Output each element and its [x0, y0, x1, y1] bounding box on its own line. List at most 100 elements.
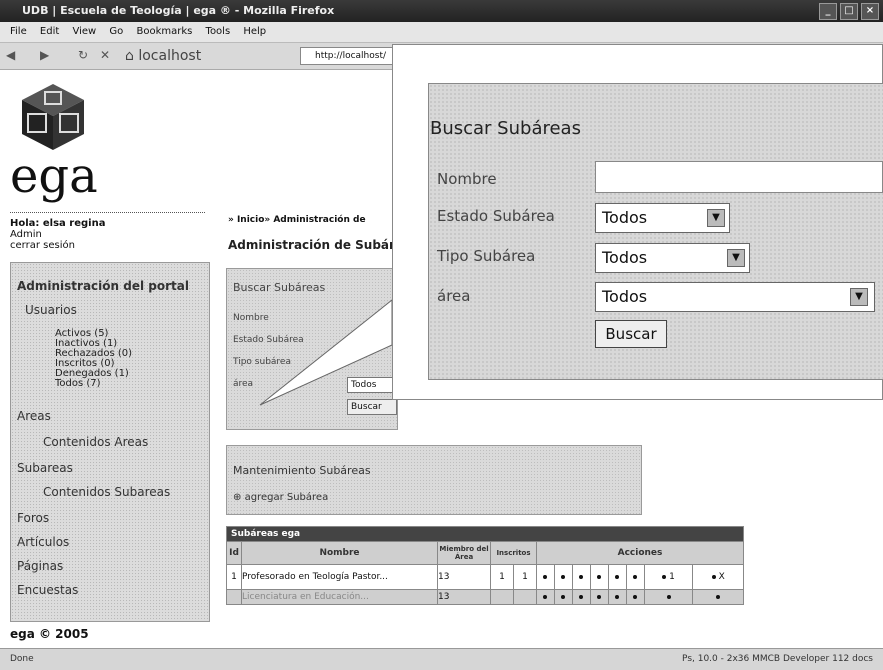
action-content-icon[interactable] [625, 564, 645, 590]
action-members-icon[interactable] [607, 564, 627, 590]
sidebar-item-encuestas[interactable]: Encuestas [17, 583, 78, 597]
sidebar-item-foros[interactable]: Foros [17, 511, 49, 525]
estado-label-small: Estado Subárea [233, 335, 304, 345]
breadcrumb[interactable]: » Inicio» Administración de [228, 215, 366, 225]
cell-id: 1 [226, 564, 242, 590]
window-titlebar: UDB | Escuela de Teología | ega ® - Mozi… [0, 0, 883, 22]
col-miembro: Miembro del Área [437, 541, 491, 565]
sidebar-item-paginas[interactable]: Páginas [17, 559, 63, 573]
action-icon[interactable] [536, 589, 555, 605]
cell-count-1 [490, 589, 514, 605]
table-caption: Subáreas ega [226, 526, 744, 542]
menu-bar: File Edit View Go Bookmarks Tools Help [0, 22, 883, 43]
action-edit-icon[interactable] [553, 564, 573, 590]
chevron-down-icon: ▼ [850, 288, 868, 306]
sidebar-item-articulos[interactable]: Artículos [17, 535, 69, 549]
action-icon[interactable] [571, 589, 591, 605]
home-button[interactable]: ⌂ localhost [125, 48, 201, 64]
action-icon[interactable] [589, 589, 609, 605]
nombre-input[interactable] [595, 161, 883, 193]
menu-file[interactable]: File [10, 26, 27, 37]
area-value: Todos [602, 287, 648, 306]
close-button[interactable]: × [861, 3, 879, 20]
estado-select[interactable]: Todos ▼ [595, 203, 730, 233]
col-id: Id [226, 541, 242, 565]
table-row: 1 Profesorado en Teología Pastor... 13 1… [226, 564, 744, 590]
action-delete-icon[interactable] [571, 564, 591, 590]
action-icon[interactable] [607, 589, 627, 605]
action-users-icon[interactable]: 1 [643, 564, 694, 590]
search-button-small[interactable]: Buscar [347, 399, 397, 415]
area-label: área [437, 287, 471, 305]
tipo-label: Tipo Subárea [437, 247, 536, 265]
menu-bookmarks[interactable]: Bookmarks [136, 26, 192, 37]
col-inscritos: Inscritos [490, 541, 537, 565]
estado-value: Todos [602, 208, 648, 227]
add-subarea-link[interactable]: ⊕ agregar Subárea [233, 492, 328, 503]
home-label: localhost [138, 48, 202, 64]
action-x: X [718, 572, 725, 582]
maximize-button[interactable]: □ [840, 3, 858, 20]
back-icon[interactable]: ◀ [6, 48, 15, 62]
cell-count-1: 1 [490, 564, 514, 590]
estado-label: Estado Subárea [437, 207, 555, 225]
cell-miembro: 13 [437, 589, 491, 605]
action-state-icon[interactable] [589, 564, 609, 590]
action-view-icon[interactable] [536, 564, 555, 590]
action-icon[interactable] [625, 589, 645, 605]
nombre-label-small: Nombre [233, 313, 269, 323]
logo-text: ega [10, 148, 98, 204]
status-text: Done [10, 654, 34, 664]
stop-icon[interactable]: ✕ [100, 48, 110, 62]
footer-copyright: ega © 2005 [10, 627, 89, 641]
menu-help[interactable]: Help [243, 26, 266, 37]
action-icon[interactable] [692, 589, 744, 605]
col-nombre: Nombre [241, 541, 438, 565]
cell-miembro: 13 [437, 564, 491, 590]
menu-edit[interactable]: Edit [40, 26, 59, 37]
cell-count-2 [513, 589, 537, 605]
menu-view[interactable]: View [72, 26, 96, 37]
sidebar: Administración del portal Usuarios Activ… [10, 262, 210, 622]
sidebar-item-todos[interactable]: Todos (7) [55, 379, 101, 389]
user-greeting: Hola: elsa regina [10, 218, 106, 229]
sidebar-item-contenidos-subareas[interactable]: Contenidos Subareas [43, 485, 170, 499]
search-panel-title: Buscar Subáreas [233, 281, 326, 294]
cell-nombre[interactable]: Profesorado en Teología Pastor... [241, 564, 438, 590]
subareas-table: Subáreas ega Id Nombre Miembro del Área … [226, 526, 744, 605]
sidebar-item-usuarios[interactable]: Usuarios [25, 303, 77, 317]
col-acciones: Acciones [536, 541, 744, 565]
chevron-down-icon: ▼ [707, 209, 725, 227]
cell-nombre[interactable]: Licenciatura en Educación... [241, 589, 438, 605]
nombre-label: Nombre [437, 170, 497, 188]
sidebar-item-contenidos-areas[interactable]: Contenidos Areas [43, 435, 148, 449]
tipo-select[interactable]: Todos ▼ [595, 243, 750, 273]
sidebar-item-areas[interactable]: Areas [17, 409, 51, 423]
action-icon[interactable] [553, 589, 573, 605]
window-title: UDB | Escuela de Teología | ega ® - Mozi… [22, 4, 335, 17]
page-title: Administración de Subár [228, 238, 395, 252]
tipo-value: Todos [602, 248, 648, 267]
search-panel-small: Buscar Subáreas Nombre Estado Subárea Ti… [226, 268, 400, 430]
add-subarea-label: agregar Subárea [244, 492, 329, 503]
divider [10, 212, 205, 213]
menu-go[interactable]: Go [109, 26, 123, 37]
logout-link[interactable]: cerrar sesión [10, 240, 105, 251]
action-remove-icon[interactable]: X [692, 564, 744, 590]
table-row: Licenciatura en Educación... 13 [226, 589, 744, 605]
area-select[interactable]: Todos ▼ [595, 282, 875, 312]
user-role: Admin [10, 229, 42, 240]
forward-icon[interactable]: ▶ [40, 48, 49, 62]
add-icon: ⊕ [233, 492, 242, 503]
zoom-search-title: Buscar Subáreas [430, 118, 581, 139]
user-info: Hola: elsa regina Admin cerrar sesión [10, 218, 105, 251]
menu-tools[interactable]: Tools [206, 26, 231, 37]
sidebar-item-subareas[interactable]: Subareas [17, 461, 73, 475]
maintenance-title: Mantenimiento Subáreas [233, 464, 371, 477]
reload-icon[interactable]: ↻ [78, 48, 88, 62]
sidebar-heading: Administración del portal [17, 279, 189, 293]
action-icon[interactable] [643, 589, 694, 605]
search-button[interactable]: Buscar [595, 320, 667, 348]
minimize-button[interactable]: _ [819, 3, 837, 20]
cell-count-2: 1 [513, 564, 537, 590]
